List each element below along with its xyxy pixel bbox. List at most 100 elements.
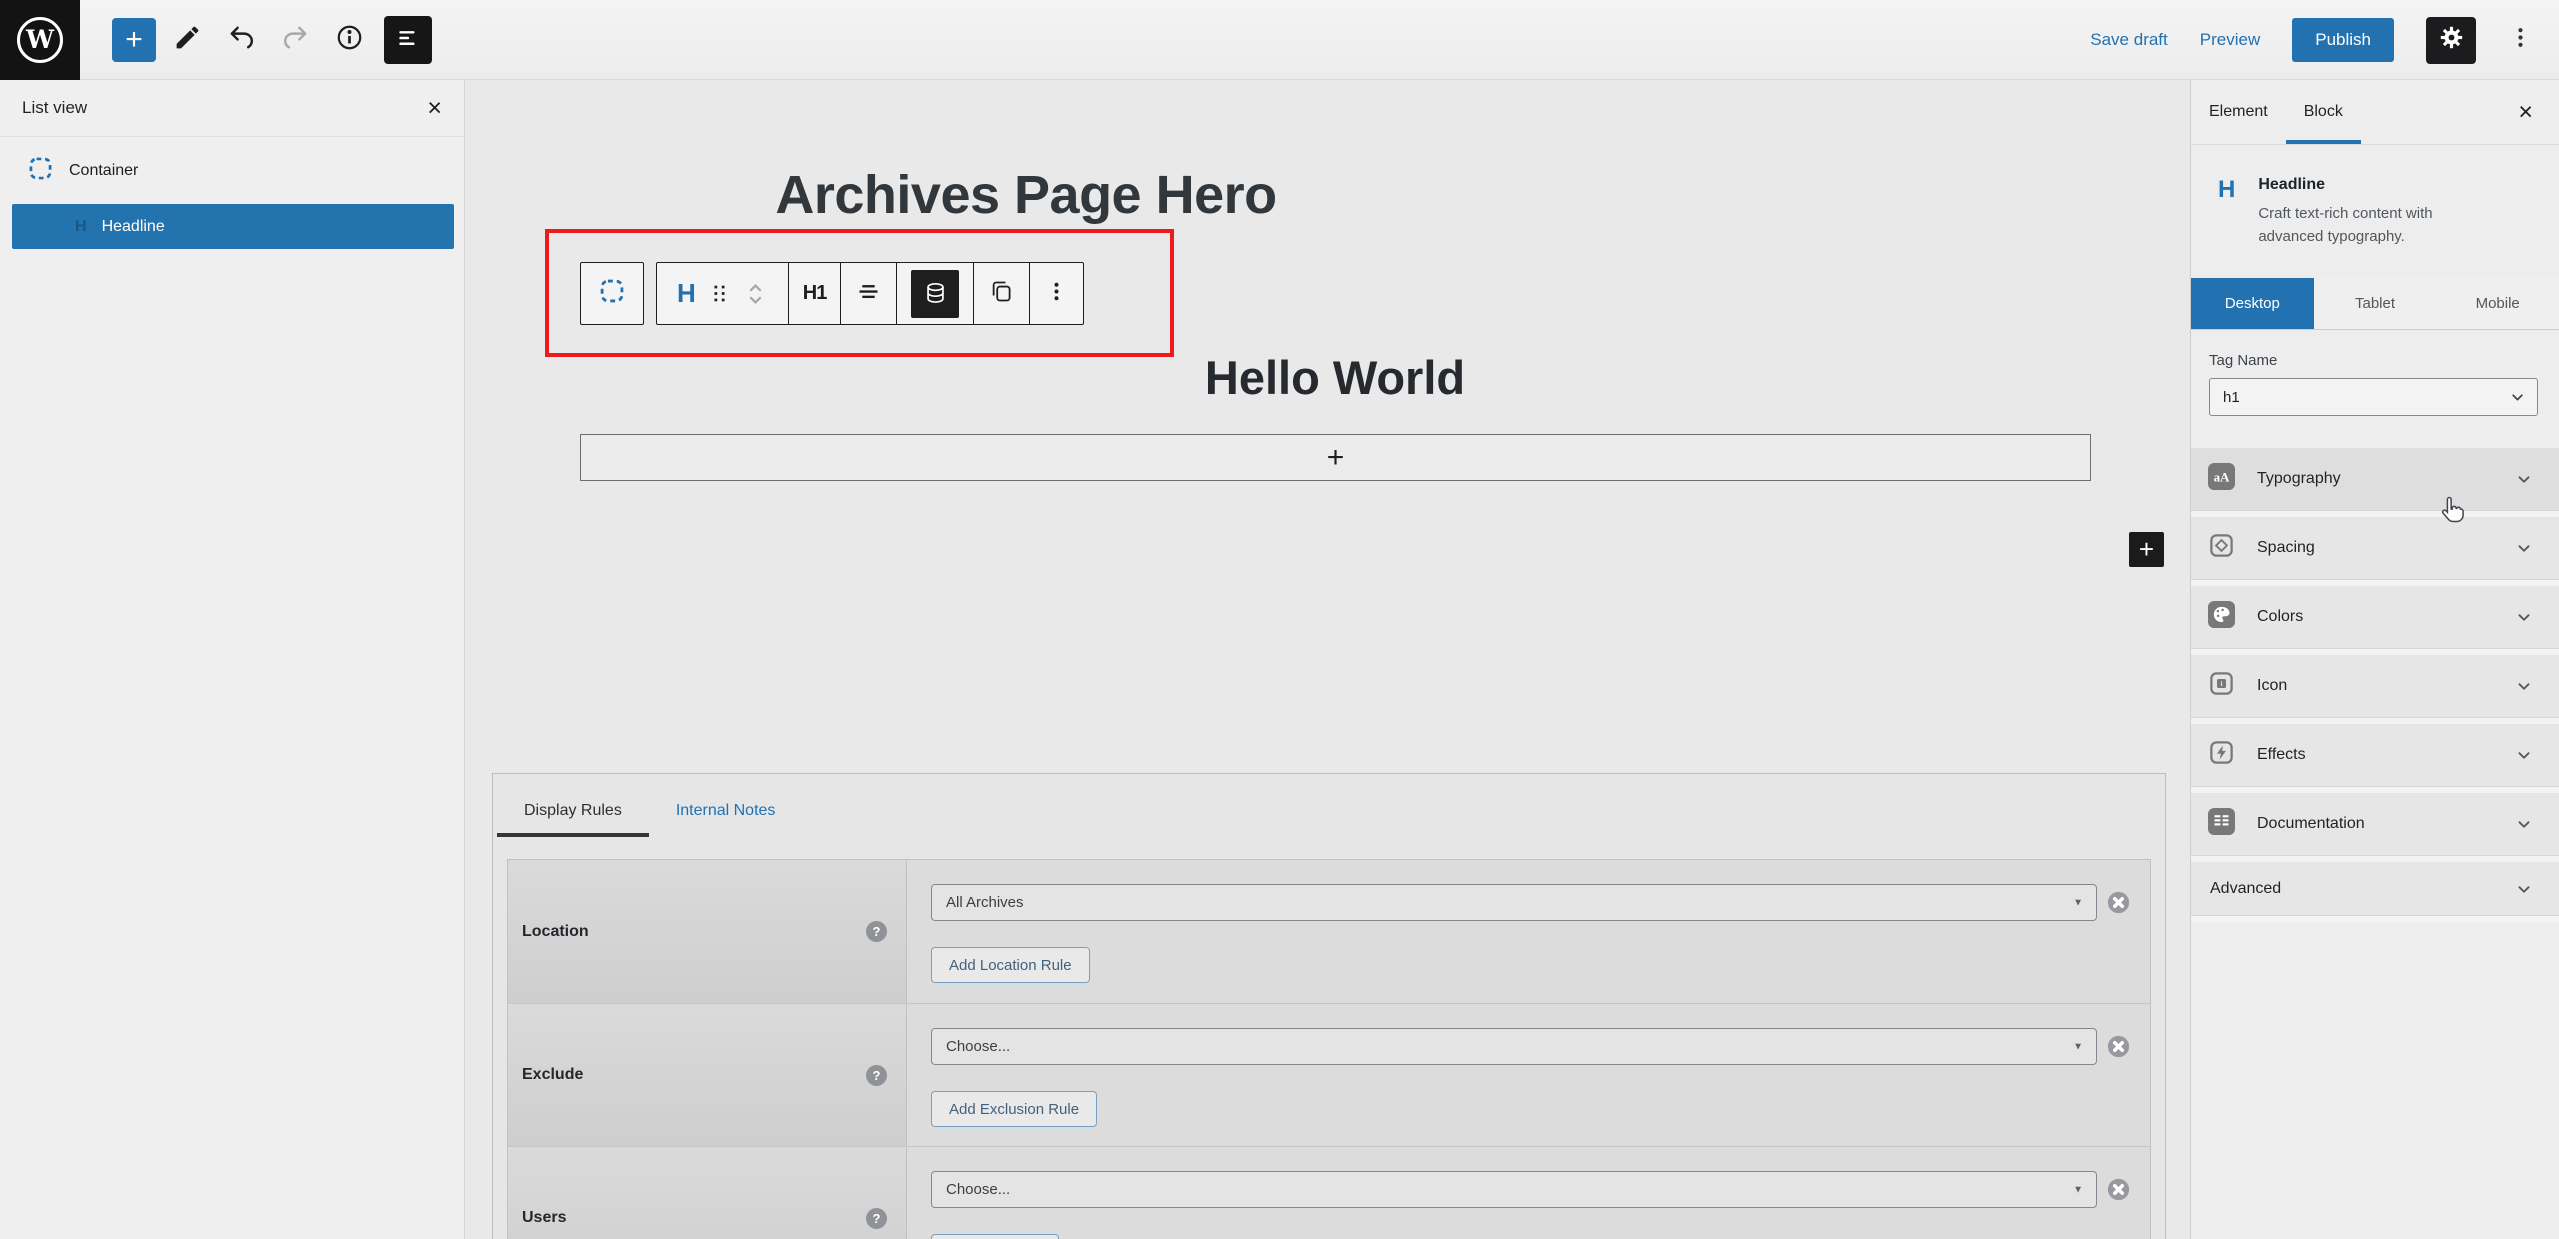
chevron-down-icon bbox=[2513, 606, 2535, 628]
undo-icon bbox=[226, 22, 257, 58]
publish-button[interactable]: Publish bbox=[2292, 18, 2394, 62]
panel-spacing[interactable]: Spacing bbox=[2191, 517, 2559, 579]
tag-name-label: Tag Name bbox=[2209, 352, 2538, 369]
block-mover-buttons[interactable] bbox=[737, 279, 774, 309]
headline-block-text[interactable]: Hello World bbox=[1205, 350, 1465, 405]
add-location-rule-button[interactable]: Add Location Rule bbox=[931, 947, 1090, 983]
h1-level-icon: H1 bbox=[803, 282, 827, 305]
add-exclusion-rule-button[interactable]: Add Exclusion Rule bbox=[931, 1091, 1097, 1127]
heading-level-button[interactable]: H1 bbox=[788, 263, 841, 324]
spacing-icon bbox=[2208, 532, 2235, 564]
options-menu-button[interactable] bbox=[2508, 25, 2533, 55]
select-value: Choose... bbox=[946, 1038, 1010, 1055]
headline-block-handle: H bbox=[657, 263, 788, 324]
floating-inserter-button[interactable]: + bbox=[2129, 532, 2164, 567]
clear-rule-icon[interactable] bbox=[2106, 1177, 2131, 1202]
documentation-icon bbox=[2208, 808, 2235, 840]
rule-row-users: Users ? Choose... ▼ bbox=[508, 1146, 2150, 1239]
list-view-item-container[interactable]: Container bbox=[0, 137, 464, 197]
help-icon[interactable]: ? bbox=[866, 921, 887, 942]
info-icon bbox=[334, 22, 365, 58]
tab-desktop[interactable]: Desktop bbox=[2191, 278, 2314, 329]
database-icon bbox=[911, 270, 959, 318]
container-block-icon bbox=[27, 155, 54, 187]
list-view-toggle-button[interactable] bbox=[384, 16, 432, 64]
exclude-select[interactable]: Choose... ▼ bbox=[931, 1028, 2097, 1065]
chevron-down-icon bbox=[2513, 813, 2535, 835]
device-tabbar: Desktop Tablet Mobile bbox=[2191, 278, 2559, 330]
colors-icon bbox=[2208, 601, 2235, 633]
caret-down-icon: ▼ bbox=[2073, 1041, 2083, 1052]
list-view-close-icon[interactable]: × bbox=[427, 96, 442, 121]
undo-button[interactable] bbox=[218, 17, 264, 63]
block-inserter-button[interactable]: + bbox=[112, 18, 156, 62]
effects-icon bbox=[2208, 739, 2235, 771]
plus-icon: + bbox=[1327, 441, 1345, 475]
container-block-icon bbox=[598, 277, 626, 310]
clear-rule-icon[interactable] bbox=[2106, 1034, 2131, 1059]
block-card: H Headline Craft text-rich content with … bbox=[2191, 145, 2559, 248]
panel-effects[interactable]: Effects bbox=[2191, 724, 2559, 786]
chevron-down-icon bbox=[2513, 537, 2535, 559]
chevron-down-icon bbox=[2513, 744, 2535, 766]
block-appender-button[interactable]: + bbox=[580, 434, 2091, 481]
tab-tablet[interactable]: Tablet bbox=[2314, 278, 2437, 329]
panel-advanced[interactable]: Advanced bbox=[2191, 862, 2559, 915]
svg-text:i: i bbox=[2220, 679, 2222, 688]
panel-label: Colors bbox=[2257, 608, 2303, 626]
preview-button[interactable]: Preview bbox=[2200, 30, 2260, 50]
redo-button[interactable] bbox=[272, 17, 318, 63]
list-view-item-headline[interactable]: H Headline bbox=[12, 204, 454, 249]
pencil-icon bbox=[173, 23, 202, 57]
clear-rule-icon[interactable] bbox=[2106, 890, 2131, 915]
tab-display-rules[interactable]: Display Rules bbox=[497, 787, 649, 837]
tag-name-field: Tag Name h1 bbox=[2209, 352, 2538, 416]
sidebar-tabbar: Element Block × bbox=[2191, 80, 2559, 145]
panel-label: Advanced bbox=[2210, 880, 2281, 898]
panel-typography[interactable]: aA Typography bbox=[2191, 448, 2559, 510]
sidebar-close-icon[interactable]: × bbox=[2518, 80, 2533, 144]
rule-row-exclude: Exclude ? Choose... ▼ Add Exclusion Rule bbox=[508, 1003, 2150, 1146]
panel-colors[interactable]: Colors bbox=[2191, 586, 2559, 648]
display-rules-tabbar: Display Rules Internal Notes bbox=[493, 774, 2165, 837]
settings-toggle-button[interactable] bbox=[2426, 17, 2476, 64]
panel-label: Typography bbox=[2257, 470, 2341, 488]
location-select[interactable]: All Archives ▼ bbox=[931, 884, 2097, 921]
text-align-button[interactable] bbox=[840, 263, 896, 324]
wordpress-editor-screen: W + bbox=[0, 0, 2559, 1239]
dynamic-data-button[interactable] bbox=[896, 263, 973, 324]
select-parent-container-button[interactable] bbox=[580, 262, 644, 325]
wordpress-logo[interactable]: W bbox=[0, 0, 80, 80]
tools-pencil-button[interactable] bbox=[164, 17, 210, 63]
list-view-title: List view bbox=[22, 98, 87, 118]
display-rules-metabox: Display Rules Internal Notes Location ? … bbox=[492, 773, 2166, 1239]
chevron-down-icon bbox=[2507, 387, 2528, 408]
display-rules-table: Location ? All Archives ▼ Add Location R… bbox=[507, 859, 2151, 1239]
wordpress-w-icon: W bbox=[17, 17, 63, 63]
tab-element[interactable]: Element bbox=[2191, 80, 2286, 144]
copy-icon bbox=[988, 278, 1015, 310]
panel-icon[interactable]: i Icon bbox=[2191, 655, 2559, 717]
list-view-panel: List view × Container H Headline bbox=[0, 80, 465, 1239]
tab-mobile[interactable]: Mobile bbox=[2436, 278, 2559, 329]
drag-handle[interactable] bbox=[702, 281, 737, 306]
help-icon[interactable]: ? bbox=[866, 1065, 887, 1086]
rule-label: Location bbox=[522, 923, 589, 941]
duplicate-button[interactable] bbox=[973, 263, 1029, 324]
rule-row-location: Location ? All Archives ▼ Add Location R… bbox=[508, 860, 2150, 1003]
block-toolbar-main-group: H H1 bbox=[656, 262, 1084, 325]
details-button[interactable] bbox=[326, 17, 372, 63]
headline-block-icon: H bbox=[671, 278, 702, 309]
block-options-button[interactable] bbox=[1029, 263, 1083, 324]
post-title[interactable]: Archives Page Hero bbox=[775, 164, 1276, 226]
users-select[interactable]: Choose... ▼ bbox=[931, 1171, 2097, 1208]
plus-icon: + bbox=[2139, 534, 2154, 565]
add-user-rule-button[interactable] bbox=[931, 1234, 1059, 1239]
tag-name-select[interactable]: h1 bbox=[2209, 378, 2538, 416]
help-icon[interactable]: ? bbox=[866, 1208, 887, 1229]
tab-block[interactable]: Block bbox=[2286, 80, 2361, 144]
tab-internal-notes[interactable]: Internal Notes bbox=[649, 787, 803, 837]
block-card-description: Craft text-rich content with advanced ty… bbox=[2258, 203, 2493, 248]
panel-documentation[interactable]: Documentation bbox=[2191, 793, 2559, 855]
save-draft-button[interactable]: Save draft bbox=[2090, 30, 2168, 50]
